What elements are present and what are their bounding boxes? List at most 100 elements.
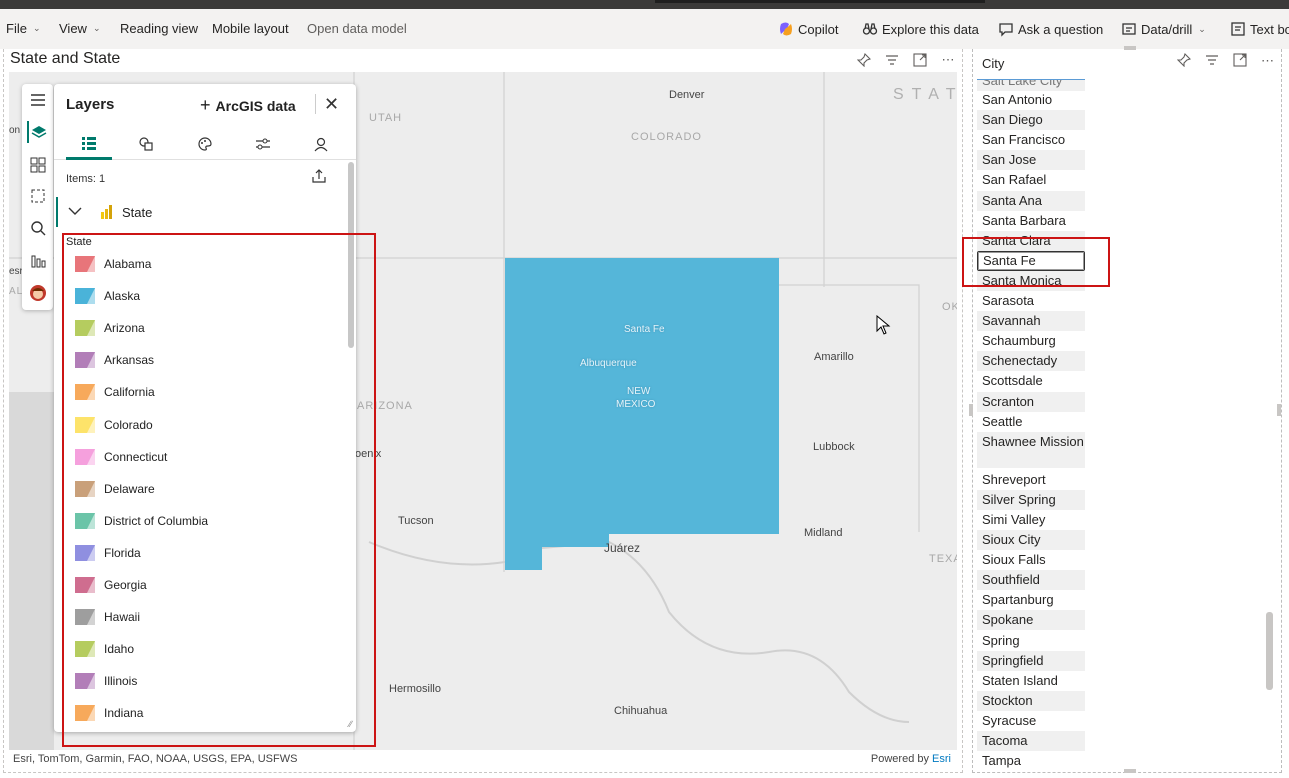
export-icon[interactable] bbox=[311, 169, 327, 186]
slicer-item[interactable]: San Jose bbox=[977, 150, 1085, 171]
slicer-item[interactable]: Southfield bbox=[977, 570, 1085, 591]
view-menu-label: View bbox=[59, 21, 87, 36]
slicer-item[interactable]: Savannah bbox=[977, 311, 1085, 332]
slicer-item[interactable]: Silver Spring bbox=[977, 489, 1085, 510]
slicer-item[interactable]: Santa Ana bbox=[977, 190, 1085, 211]
slicer-item[interactable]: Staten Island bbox=[977, 671, 1085, 691]
tab-style[interactable] bbox=[182, 136, 228, 160]
avatar-icon[interactable] bbox=[27, 282, 49, 304]
reading-view-label: Reading view bbox=[120, 21, 199, 36]
slicer-item[interactable]: Schaumburg bbox=[977, 331, 1085, 351]
slicer-item[interactable]: Stockton bbox=[977, 690, 1085, 711]
focus-mode-icon[interactable] bbox=[1233, 53, 1247, 70]
layers-icon[interactable] bbox=[27, 121, 49, 143]
resize-handle-left[interactable] bbox=[969, 404, 973, 416]
mobile-layout-button[interactable]: Mobile layout bbox=[212, 21, 289, 36]
map-label-tucson: Tucson bbox=[398, 515, 434, 527]
slicer-item[interactable]: Springfield bbox=[977, 650, 1085, 671]
slicer-item[interactable]: Sioux Falls bbox=[977, 550, 1085, 570]
chevron-down-icon: ⌄ bbox=[92, 23, 101, 33]
slicer-item[interactable]: San Rafael bbox=[977, 170, 1085, 190]
more-options-icon[interactable]: ⋯ bbox=[941, 52, 955, 67]
map-label-mexico: MEXICO bbox=[616, 399, 656, 410]
resize-handle-right[interactable] bbox=[1277, 404, 1281, 416]
open-data-model-button[interactable]: Open data model bbox=[307, 21, 407, 36]
explore-data-button[interactable]: Explore this data bbox=[862, 21, 979, 37]
add-arcgis-data-button[interactable]: + ArcGIS data bbox=[200, 95, 296, 116]
view-menu[interactable]: View ⌄ bbox=[59, 21, 101, 36]
text-box-label: Text bo bbox=[1250, 21, 1289, 37]
close-icon[interactable]: ✕ bbox=[324, 94, 339, 115]
slicer-item[interactable]: Seattle bbox=[977, 412, 1085, 432]
slicer-item[interactable]: Shawnee Mission bbox=[977, 431, 1085, 468]
map-label-utah: UTAH bbox=[369, 112, 403, 124]
text-box-icon bbox=[1230, 21, 1246, 37]
shapes-icon bbox=[139, 137, 153, 151]
focus-mode-icon[interactable] bbox=[913, 53, 927, 67]
layer-item-state[interactable]: State bbox=[54, 197, 344, 227]
tab-settings[interactable] bbox=[240, 136, 286, 160]
annotation-legend-highlight bbox=[62, 233, 376, 747]
map-label-left-partial-2: esr bbox=[9, 266, 23, 277]
tab-layer-list[interactable] bbox=[66, 136, 112, 160]
add-arcgis-data-label: ArcGIS data bbox=[215, 97, 296, 114]
map-label-ok-partial: OK bbox=[942, 301, 957, 313]
select-area-icon[interactable] bbox=[27, 185, 49, 207]
menu-icon[interactable] bbox=[27, 89, 49, 111]
sliders-icon bbox=[256, 138, 270, 150]
slicer-item[interactable]: Santa Barbara bbox=[977, 211, 1085, 231]
analysis-icon[interactable] bbox=[27, 250, 49, 272]
esri-link[interactable]: Esri bbox=[932, 753, 951, 765]
resize-handle-bottom[interactable] bbox=[1124, 769, 1136, 773]
palette-icon bbox=[198, 137, 212, 151]
resize-handle-top[interactable] bbox=[1124, 46, 1136, 50]
slicer-item[interactable]: Tampa bbox=[977, 751, 1085, 769]
slicer-item[interactable]: Spartanburg bbox=[977, 590, 1085, 610]
slicer-item[interactable]: Scranton bbox=[977, 391, 1085, 412]
more-options-icon[interactable]: ⋯ bbox=[1261, 53, 1274, 70]
header-divider bbox=[315, 94, 316, 114]
text-box-button[interactable]: Text bo bbox=[1230, 21, 1289, 37]
slicer-item[interactable]: San Diego bbox=[977, 110, 1085, 131]
chevron-down-icon[interactable] bbox=[68, 203, 82, 219]
slicer-item[interactable]: Syracuse bbox=[977, 711, 1085, 731]
slicer-header-actions: ⋯ bbox=[1176, 52, 1274, 70]
slicer-item[interactable]: San Antonio bbox=[977, 90, 1085, 110]
slicer-item[interactable]: Schenectady bbox=[977, 351, 1085, 372]
map-label-lubbock: Lubbock bbox=[813, 441, 855, 453]
pin-icon[interactable] bbox=[1176, 52, 1192, 70]
filter-icon[interactable] bbox=[1205, 53, 1219, 70]
slicer-item[interactable]: San Francisco bbox=[977, 130, 1085, 150]
new-mexico-shape[interactable] bbox=[505, 258, 779, 570]
map-label-albuquerque: Albuquerque bbox=[580, 358, 637, 369]
slicer-item[interactable]: Spring bbox=[977, 631, 1085, 651]
filter-icon[interactable] bbox=[885, 53, 899, 67]
data-drill-menu[interactable]: Data/drill ⌄ bbox=[1121, 21, 1206, 37]
copilot-button[interactable]: Copilot bbox=[778, 21, 838, 37]
binoculars-icon bbox=[862, 21, 878, 37]
reading-view-button[interactable]: Reading view bbox=[120, 21, 198, 36]
pin-icon[interactable] bbox=[857, 53, 871, 67]
map-label-chihuahua: Chihuahua bbox=[614, 705, 668, 717]
slicer-item[interactable]: Sioux City bbox=[977, 530, 1085, 550]
ask-question-button[interactable]: Ask a question bbox=[998, 21, 1103, 37]
slicer-item[interactable]: Scottsdale bbox=[977, 371, 1085, 391]
search-icon[interactable] bbox=[27, 217, 49, 239]
ask-question-label: Ask a question bbox=[1018, 21, 1104, 37]
slicer-item[interactable]: Simi Valley bbox=[977, 510, 1085, 530]
tab-symbology[interactable] bbox=[123, 136, 169, 160]
map-label-juarez: Juárez bbox=[604, 541, 641, 555]
slicer-item[interactable]: Tacoma bbox=[977, 731, 1085, 751]
slicer-list[interactable]: Salt Lake City San Antonio San Diego San F… bbox=[977, 79, 1085, 769]
file-menu[interactable]: File ⌄ bbox=[6, 21, 41, 36]
basemap-gallery-icon[interactable] bbox=[27, 154, 49, 176]
list-icon bbox=[82, 137, 96, 150]
tab-reference[interactable] bbox=[298, 136, 344, 160]
slicer-item[interactable]: Shreveport bbox=[977, 470, 1085, 490]
mouse-cursor-icon bbox=[876, 315, 891, 335]
slicer-scrollbar[interactable] bbox=[1266, 612, 1273, 690]
slicer-item[interactable]: Sarasota bbox=[977, 291, 1085, 311]
mobile-layout-label: Mobile layout bbox=[212, 21, 289, 36]
slicer-item[interactable]: Spokane bbox=[977, 610, 1085, 631]
active-layer-bar bbox=[56, 197, 58, 227]
